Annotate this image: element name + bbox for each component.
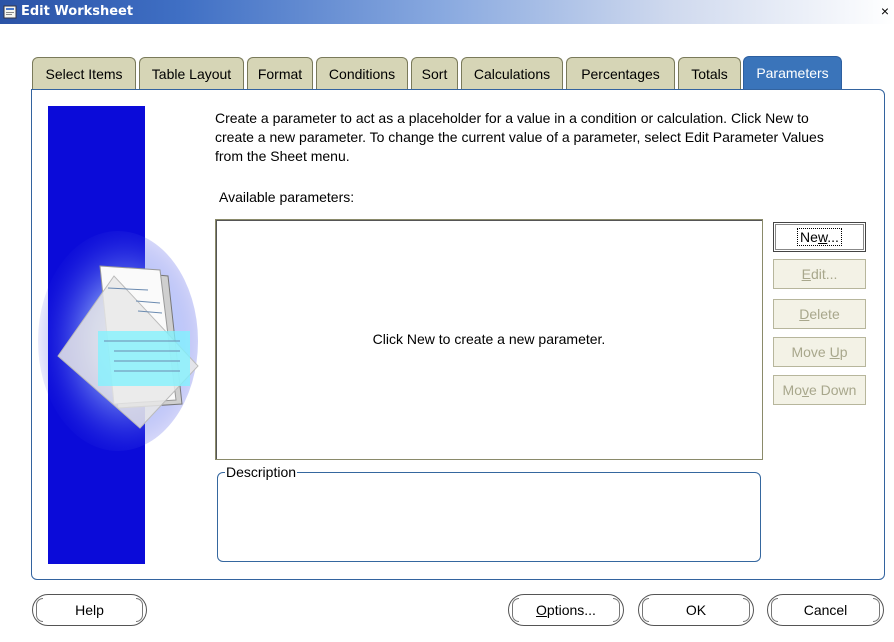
tab-percentages[interactable]: Percentages (566, 57, 675, 89)
worksheet-icon (3, 5, 17, 19)
tab-sort[interactable]: Sort (411, 57, 458, 89)
instructions-text: Create a parameter to act as a placehold… (215, 110, 824, 164)
new-button[interactable]: New... (773, 222, 866, 252)
delete-button[interactable]: Delete (773, 299, 866, 329)
document-illustration (38, 231, 199, 451)
tab-totals[interactable]: Totals (678, 57, 741, 89)
description-legend: Description (225, 464, 298, 480)
ok-button[interactable]: OK (638, 594, 754, 626)
title-bar: Edit Worksheet × (0, 0, 894, 24)
tab-conditions[interactable]: Conditions (316, 57, 408, 89)
tab-format[interactable]: Format (247, 57, 313, 89)
description-group: Description (217, 464, 761, 562)
empty-list-message: Click New to create a new parameter. (372, 331, 606, 347)
edit-button[interactable]: Edit... (773, 259, 866, 289)
cancel-button[interactable]: Cancel (767, 594, 884, 626)
help-button[interactable]: Help (32, 594, 147, 626)
window-title: Edit Worksheet (21, 4, 134, 19)
move-up-button[interactable]: Move Up (773, 337, 866, 367)
available-parameters-label: Available parameters: (219, 189, 355, 205)
tab-calculations[interactable]: Calculations (461, 57, 563, 89)
tab-select-items[interactable]: Select Items (32, 57, 136, 89)
parameters-list[interactable]: Click New to create a new parameter. (215, 219, 763, 460)
tab-parameters[interactable]: Parameters (743, 56, 842, 91)
close-icon[interactable]: × (878, 3, 892, 19)
tab-table-layout[interactable]: Table Layout (139, 57, 244, 89)
wizard-graphic (38, 106, 199, 564)
move-down-button[interactable]: Move Down (773, 375, 866, 405)
options-button[interactable]: Options... (508, 594, 624, 626)
parameters-panel: Create a parameter to act as a placehold… (31, 89, 885, 580)
